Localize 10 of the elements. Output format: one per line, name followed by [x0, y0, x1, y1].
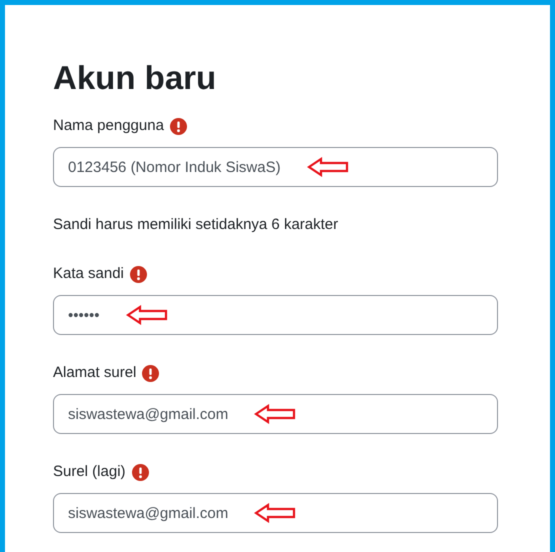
field-label: Surel (lagi): [53, 462, 126, 482]
password-hint: Sandi harus memiliki setidaknya 6 karakter: [53, 215, 338, 235]
field-label: Nama pengguna: [53, 116, 164, 136]
input-field[interactable]: siswastewa@gmail.com: [53, 394, 498, 434]
input-field[interactable]: siswastewa@gmail.com: [53, 493, 498, 533]
input-field[interactable]: ••••••: [53, 295, 498, 335]
input-field[interactable]: 0123456 (Nomor Induk SiswaS): [53, 147, 498, 187]
field-label: Kata sandi: [53, 264, 124, 284]
field-label: Alamat surel: [53, 363, 136, 383]
page-title: Akun baru: [53, 58, 216, 98]
